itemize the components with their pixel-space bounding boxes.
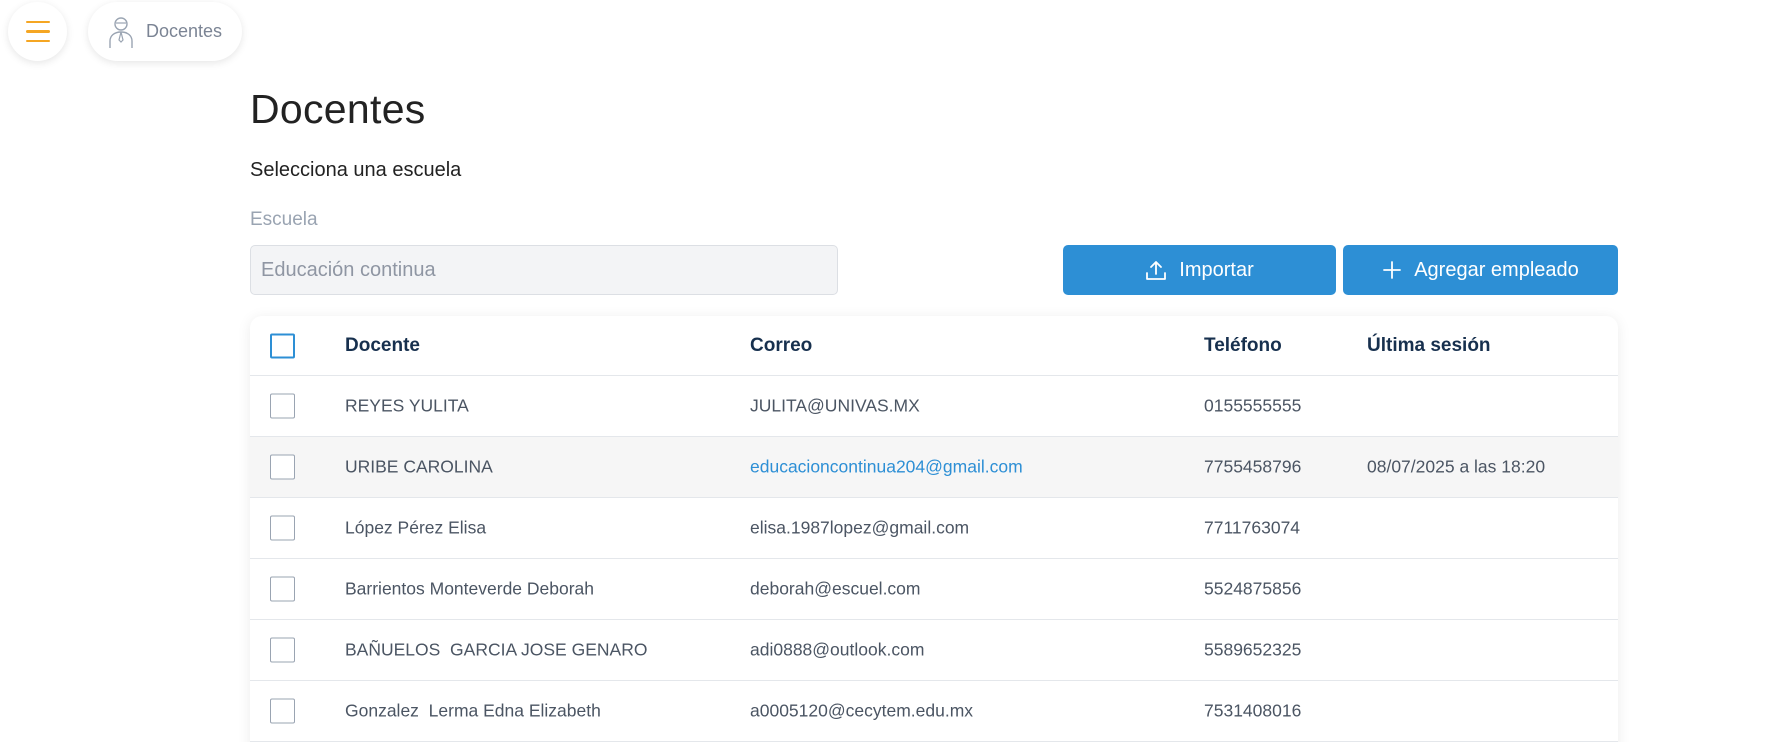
row-checkbox[interactable] xyxy=(270,698,295,724)
row-checkbox[interactable] xyxy=(270,515,295,541)
add-employee-button[interactable]: Agregar empleado xyxy=(1343,245,1618,295)
teacher-last-session: 08/07/2025 a las 18:20 xyxy=(1367,456,1546,477)
teachers-table: Docente Correo Teléfono Última sesión RE… xyxy=(250,316,1618,742)
table-row[interactable]: Gonzalez Lerma Edna Elizabeth a0005120@c… xyxy=(250,681,1618,742)
teacher-name: URIBE CAROLINA xyxy=(345,456,493,477)
breadcrumb-label: Docentes xyxy=(146,21,223,41)
import-button[interactable]: Importar xyxy=(1063,245,1336,295)
school-select[interactable]: Educación continua xyxy=(250,245,838,295)
teacher-name: López Pérez Elisa xyxy=(345,517,487,538)
top-bar: Docentes xyxy=(0,0,1774,70)
teacher-phone: 5589652325 xyxy=(1204,639,1302,660)
table-row[interactable]: Barrientos Monteverde Deborah deborah@es… xyxy=(250,559,1618,620)
teacher-phone: 7531408016 xyxy=(1204,700,1302,721)
school-label: Escuela xyxy=(250,209,318,230)
column-header-telefono[interactable]: Teléfono xyxy=(1204,335,1282,357)
teacher-email: elisa.1987lopez@gmail.com xyxy=(750,517,970,538)
plus-icon xyxy=(1383,261,1402,279)
school-select-value: Educación continua xyxy=(261,258,436,281)
table-row[interactable]: URIBE CAROLINA educacioncontinua204@gmai… xyxy=(250,437,1618,498)
teacher-name: BAÑUELOS GARCIA JOSE GENARO xyxy=(345,639,648,660)
select-all-checkbox[interactable] xyxy=(270,333,295,358)
import-button-label: Importar xyxy=(1179,258,1254,281)
table-row[interactable]: López Pérez Elisa elisa.1987lopez@gmail.… xyxy=(250,498,1618,559)
teacher-icon xyxy=(109,16,133,48)
page-title: Docentes xyxy=(250,86,426,132)
upload-icon xyxy=(1146,261,1167,280)
add-employee-button-label: Agregar empleado xyxy=(1414,258,1579,281)
row-checkbox[interactable] xyxy=(270,393,295,419)
row-checkbox[interactable] xyxy=(270,576,295,602)
page-subtitle: Selecciona una escuela xyxy=(250,159,462,181)
breadcrumb[interactable]: Docentes xyxy=(88,2,243,61)
hamburger-icon-line xyxy=(25,20,50,24)
teacher-phone: 7711763074 xyxy=(1204,517,1301,538)
column-header-docente[interactable]: Docente xyxy=(345,335,420,357)
hamburger-icon-line xyxy=(25,30,50,33)
menu-button[interactable] xyxy=(8,2,67,61)
teacher-name: Gonzalez Lerma Edna Elizabeth xyxy=(345,700,601,721)
teacher-name: REYES YULITA xyxy=(345,395,469,416)
row-checkbox[interactable] xyxy=(270,454,295,480)
teacher-name: Barrientos Monteverde Deborah xyxy=(345,578,595,599)
hamburger-icon-line xyxy=(25,39,50,43)
row-checkbox[interactable] xyxy=(270,637,295,663)
table-row[interactable]: REYES YULITA JULITA@UNIVAS.MX 0155555555 xyxy=(250,376,1618,437)
teacher-phone: 0155555555 xyxy=(1204,395,1302,416)
teacher-email: deborah@escuel.com xyxy=(750,578,921,599)
teacher-email: JULITA@UNIVAS.MX xyxy=(750,395,920,416)
teacher-email: a0005120@cecytem.edu.mx xyxy=(750,700,974,721)
column-header-correo[interactable]: Correo xyxy=(750,335,812,357)
teacher-phone: 7755458796 xyxy=(1204,456,1302,477)
teacher-email: adi0888@outlook.com xyxy=(750,639,925,660)
column-header-ultima-sesion[interactable]: Última sesión xyxy=(1367,335,1491,357)
table-row[interactable]: BAÑUELOS GARCIA JOSE GENARO adi0888@outl… xyxy=(250,620,1618,681)
teacher-email[interactable]: educacioncontinua204@gmail.com xyxy=(750,457,1023,478)
teacher-phone: 5524875856 xyxy=(1204,578,1302,599)
table-header: Docente Correo Teléfono Última sesión xyxy=(250,316,1618,376)
